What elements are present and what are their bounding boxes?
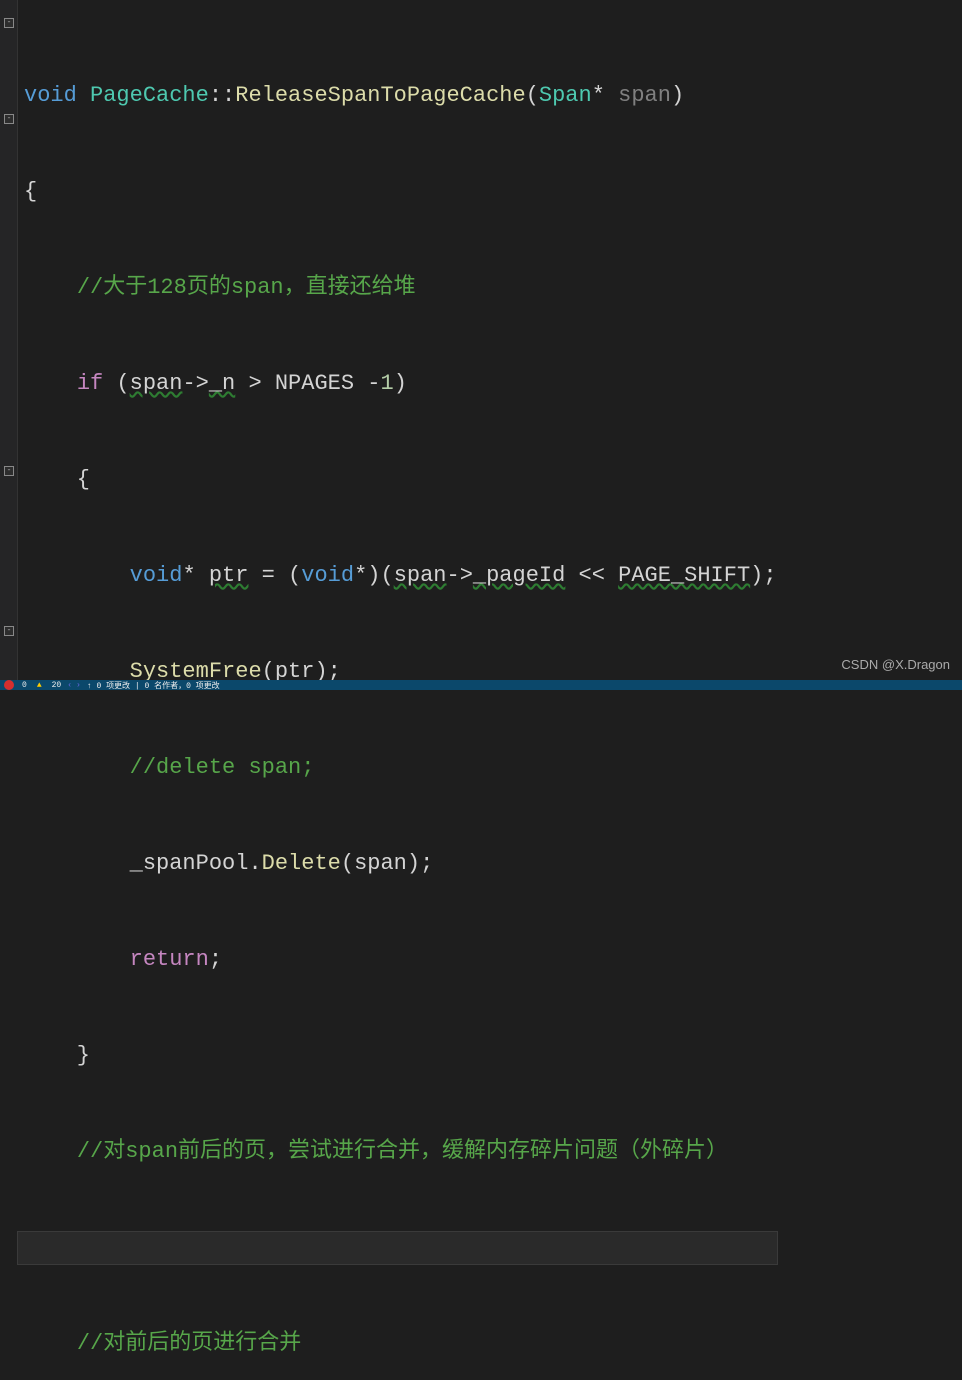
status-text: 0 bbox=[22, 681, 27, 690]
nav-prev-icon[interactable]: ‹ bbox=[67, 681, 72, 690]
status-bar: 0 ▲ 20 ‹ › ↑ 0 项更改 | 0 名作者，0 项更改 bbox=[0, 680, 962, 690]
code-line: } bbox=[18, 1040, 777, 1072]
code-editor[interactable]: void PageCache::ReleaseSpanToPageCache(S… bbox=[18, 16, 777, 1380]
fold-icon[interactable]: - bbox=[4, 114, 14, 124]
fold-icon[interactable]: - bbox=[4, 626, 14, 636]
code-line: _spanPool.Delete(span); bbox=[18, 848, 777, 880]
code-line: //对span前后的页，尝试进行合并，缓解内存碎片问题（外碎片） bbox=[18, 1136, 777, 1168]
status-warning-icon[interactable]: ▲ bbox=[37, 681, 42, 690]
status-text: ↑ 0 项更改 | 0 名作者，0 项更改 bbox=[87, 680, 220, 690]
code-line: { bbox=[18, 464, 777, 496]
code-line: void* ptr = (void*)(span->_pageId << PAG… bbox=[18, 560, 777, 592]
code-line: //大于128页的span，直接还给堆 bbox=[18, 272, 777, 304]
editor-gutter: - - - - bbox=[0, 0, 18, 690]
code-line: //对前后的页进行合并 bbox=[18, 1328, 777, 1360]
fold-icon[interactable]: - bbox=[4, 18, 14, 28]
status-text: 20 bbox=[52, 681, 62, 690]
code-line: if (span->_n > NPAGES -1) bbox=[18, 368, 777, 400]
code-line: return; bbox=[18, 944, 777, 976]
code-line: void PageCache::ReleaseSpanToPageCache(S… bbox=[18, 80, 777, 112]
code-line: { bbox=[18, 176, 777, 208]
nav-next-icon[interactable]: › bbox=[76, 681, 81, 690]
text-cursor bbox=[77, 1236, 79, 1258]
status-error-icon[interactable] bbox=[4, 680, 14, 690]
fold-icon[interactable]: - bbox=[4, 466, 14, 476]
code-line bbox=[18, 1232, 777, 1264]
watermark: CSDN @X.Dragon bbox=[841, 657, 950, 672]
code-line: //delete span; bbox=[18, 752, 777, 784]
